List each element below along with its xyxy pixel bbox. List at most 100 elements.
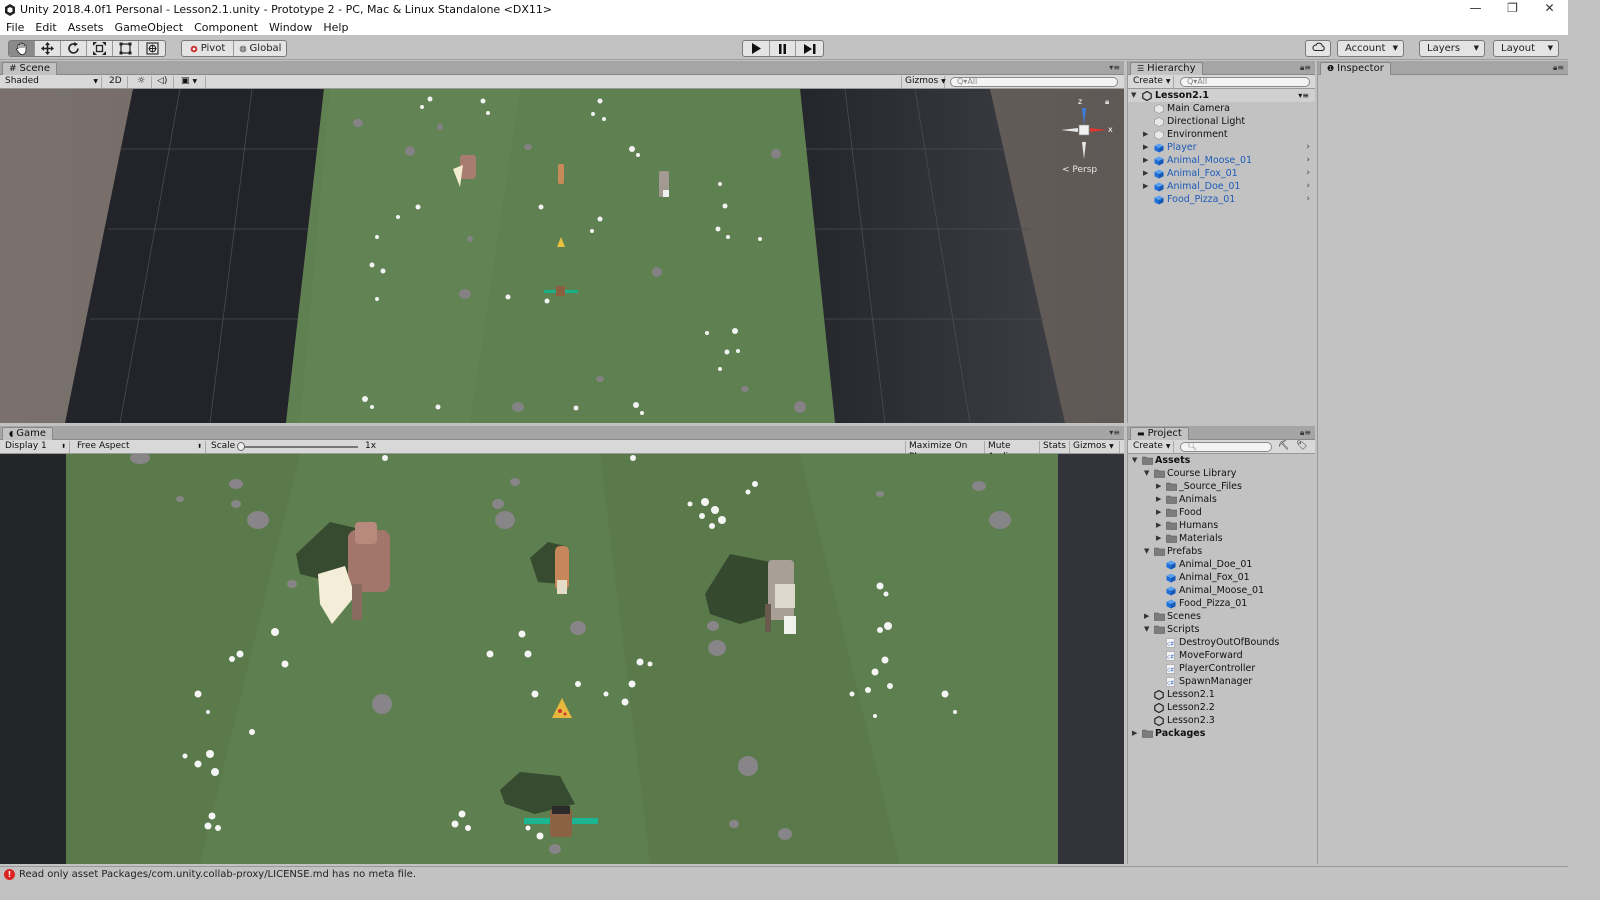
hierarchy-item[interactable]: ▶ Player › bbox=[1128, 141, 1315, 154]
play-button[interactable] bbox=[743, 41, 770, 56]
chevron-right-icon[interactable]: › bbox=[1306, 141, 1310, 154]
mute-audio-toggle[interactable]: Mute Audio bbox=[985, 441, 1040, 462]
hierarchy-item[interactable]: Directional Light bbox=[1128, 115, 1315, 128]
maximize-on-play-toggle[interactable]: Maximize On Play bbox=[905, 441, 985, 462]
scene-orientation-gizmo[interactable]: z x < Persp bbox=[1054, 95, 1114, 175]
hierarchy-create-dropdown[interactable]: Create ▼ bbox=[1130, 76, 1174, 88]
fold-closed-icon[interactable]: ▶ bbox=[1156, 532, 1161, 545]
project-asset-item[interactable]: Animal_Doe_01 bbox=[1128, 558, 1315, 571]
maximize-button[interactable]: ❐ bbox=[1494, 0, 1531, 19]
project-folder-item[interactable]: ▼ Prefabs bbox=[1128, 545, 1315, 558]
fold-closed-icon[interactable]: ▶ bbox=[1156, 519, 1161, 532]
scale-slider-track[interactable] bbox=[238, 446, 358, 448]
hierarchy-item[interactable]: ▶ Animal_Moose_01 › bbox=[1128, 154, 1315, 167]
tab-game[interactable]: ◖ Game bbox=[2, 427, 53, 440]
game-viewport[interactable] bbox=[0, 454, 1124, 864]
project-folder-item[interactable]: ▶ Materials bbox=[1128, 532, 1315, 545]
fold-closed-icon[interactable]: ▶ bbox=[1143, 128, 1148, 141]
menu-edit[interactable]: Edit bbox=[35, 21, 56, 34]
pivot-toggle[interactable]: Pivot bbox=[182, 41, 234, 56]
transform-tool-button[interactable] bbox=[139, 41, 165, 56]
chevron-right-icon[interactable]: › bbox=[1306, 193, 1310, 206]
account-dropdown[interactable]: Account ▼ bbox=[1337, 40, 1404, 57]
step-button[interactable] bbox=[796, 41, 823, 56]
collab-cloud-button[interactable] bbox=[1305, 40, 1331, 57]
tab-project[interactable]: ▬ Project bbox=[1130, 427, 1189, 440]
chevron-right-icon[interactable]: › bbox=[1306, 154, 1310, 167]
project-asset-item[interactable]: Lesson2.2 bbox=[1128, 701, 1315, 714]
status-bar[interactable]: ! Read only asset Packages/com.unity.col… bbox=[0, 866, 1568, 882]
panel-menu-icon[interactable]: 🔒︎≡ bbox=[1300, 63, 1311, 73]
scene-audio-toggle[interactable]: ◁) bbox=[154, 76, 174, 88]
move-tool-button[interactable] bbox=[35, 41, 61, 56]
fold-open-icon[interactable]: ▼ bbox=[1144, 623, 1149, 636]
fold-closed-icon[interactable]: ▶ bbox=[1156, 480, 1161, 493]
project-asset-item[interactable]: c# PlayerController bbox=[1128, 662, 1315, 675]
toggle-2d-button[interactable]: 2D bbox=[106, 76, 128, 88]
project-create-dropdown[interactable]: Create ▼ bbox=[1130, 441, 1174, 453]
hierarchy-scene-row[interactable]: ▼ Lesson2.1 ▾≡ bbox=[1128, 89, 1315, 102]
filter-by-label-icon[interactable]: 🏷︎ bbox=[1296, 441, 1307, 451]
menu-component[interactable]: Component bbox=[194, 21, 258, 34]
scale-slider-thumb[interactable] bbox=[237, 442, 245, 451]
aspect-dropdown[interactable]: Free Aspect ⬍ bbox=[74, 441, 206, 453]
project-folder-item[interactable]: ▶ Animals bbox=[1128, 493, 1315, 506]
panel-menu-icon[interactable]: ▾≡ bbox=[1109, 63, 1120, 72]
project-asset-item[interactable]: Animal_Fox_01 bbox=[1128, 571, 1315, 584]
project-asset-item[interactable]: c# MoveForward bbox=[1128, 649, 1315, 662]
hierarchy-item[interactable]: Main Camera bbox=[1128, 102, 1315, 115]
menu-help[interactable]: Help bbox=[323, 21, 348, 34]
tab-scene[interactable]: # Scene bbox=[2, 62, 58, 75]
fold-closed-icon[interactable]: ▶ bbox=[1143, 180, 1148, 193]
fold-closed-icon[interactable]: ▶ bbox=[1156, 493, 1161, 506]
project-asset-item[interactable]: c# SpawnManager bbox=[1128, 675, 1315, 688]
scale-tool-button[interactable] bbox=[87, 41, 113, 56]
scene-search-input[interactable]: Q▾All bbox=[950, 77, 1118, 87]
fold-closed-icon[interactable]: ▶ bbox=[1143, 154, 1148, 167]
chevron-right-icon[interactable]: › bbox=[1306, 167, 1310, 180]
menu-assets[interactable]: Assets bbox=[68, 21, 104, 34]
shading-mode-dropdown[interactable]: Shaded ▼ bbox=[2, 76, 102, 88]
filter-by-type-icon[interactable]: ⛏ bbox=[1278, 441, 1289, 451]
project-search-input[interactable]: 🔍︎ bbox=[1180, 442, 1272, 452]
scene-gizmos-dropdown[interactable]: Gizmos ▼ bbox=[901, 76, 946, 88]
layers-dropdown[interactable]: Layers ▼ bbox=[1419, 40, 1485, 57]
chevron-right-icon[interactable]: › bbox=[1306, 180, 1310, 193]
fold-open-icon[interactable]: ▼ bbox=[1132, 454, 1137, 467]
project-asset-item[interactable]: Food_Pizza_01 bbox=[1128, 597, 1315, 610]
scene-viewport[interactable]: z x < Persp 🔒︎ bbox=[0, 89, 1124, 423]
panel-menu-icon[interactable]: 🔒︎≡ bbox=[1300, 428, 1311, 438]
scene-lighting-toggle[interactable]: ☼ bbox=[134, 76, 152, 88]
project-folder-item[interactable]: ▶ Packages bbox=[1128, 727, 1315, 740]
fold-closed-icon[interactable]: ▶ bbox=[1156, 506, 1161, 519]
hierarchy-item[interactable]: Food_Pizza_01 › bbox=[1128, 193, 1315, 206]
project-folder-item[interactable]: ▶ Scenes bbox=[1128, 610, 1315, 623]
hand-tool-button[interactable] bbox=[9, 41, 35, 56]
project-asset-item[interactable]: c# DestroyOutOfBounds bbox=[1128, 636, 1315, 649]
tab-hierarchy[interactable]: ☰ Hierarchy bbox=[1130, 62, 1203, 75]
hierarchy-item[interactable]: ▶ Animal_Doe_01 › bbox=[1128, 180, 1315, 193]
project-folder-item[interactable]: ▶ Food bbox=[1128, 506, 1315, 519]
menu-gameobject[interactable]: GameObject bbox=[115, 21, 184, 34]
fold-closed-icon[interactable]: ▶ bbox=[1144, 610, 1149, 623]
display-dropdown[interactable]: Display 1 ⬍ bbox=[2, 441, 70, 453]
scene-menu-icon[interactable]: ▾≡ bbox=[1298, 89, 1309, 102]
project-folder-item[interactable]: ▶ _Source_Files bbox=[1128, 480, 1315, 493]
hierarchy-item[interactable]: ▶ Environment bbox=[1128, 128, 1315, 141]
rotate-tool-button[interactable] bbox=[61, 41, 87, 56]
project-folder-item[interactable]: ▼ Scripts bbox=[1128, 623, 1315, 636]
menu-file[interactable]: File bbox=[6, 21, 24, 34]
scene-effects-dropdown[interactable]: ▣ ▼ bbox=[178, 76, 206, 88]
panel-menu-icon[interactable]: 🔒︎≡ bbox=[1553, 63, 1564, 73]
project-asset-item[interactable]: Lesson2.1 bbox=[1128, 688, 1315, 701]
panel-menu-icon[interactable]: ▾≡ bbox=[1109, 428, 1120, 437]
project-asset-item[interactable]: Lesson2.3 bbox=[1128, 714, 1315, 727]
hierarchy-search-input[interactable]: Q▾All bbox=[1180, 77, 1310, 87]
lock-icon[interactable]: 🔒︎ bbox=[1105, 97, 1109, 107]
project-folder-item[interactable]: ▼ Assets bbox=[1128, 454, 1315, 467]
fold-closed-icon[interactable]: ▶ bbox=[1143, 167, 1148, 180]
fold-closed-icon[interactable]: ▶ bbox=[1132, 727, 1137, 740]
project-folder-item[interactable]: ▼ Course Library bbox=[1128, 467, 1315, 480]
layout-dropdown[interactable]: Layout ▼ bbox=[1493, 40, 1559, 57]
menu-window[interactable]: Window bbox=[269, 21, 312, 34]
